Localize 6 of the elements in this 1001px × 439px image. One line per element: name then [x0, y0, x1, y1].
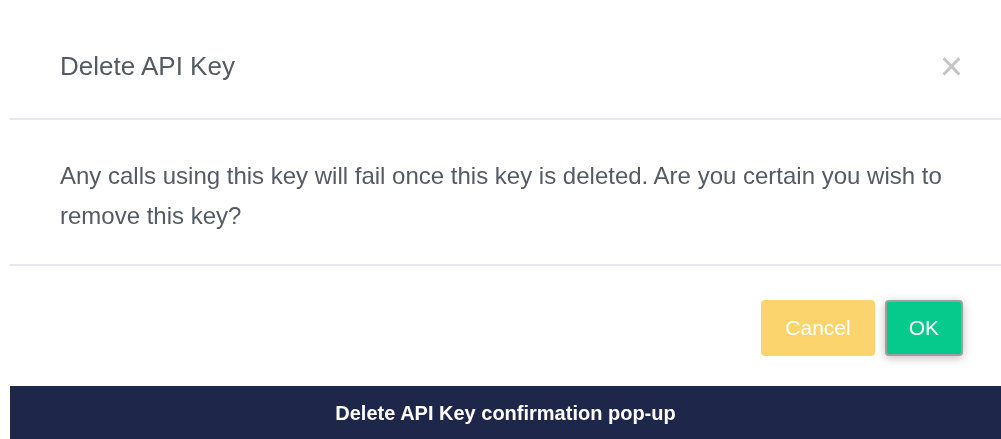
close-button[interactable]: ×: [939, 46, 963, 86]
ok-button[interactable]: OK: [884, 300, 963, 356]
cancel-button[interactable]: Cancel: [761, 300, 875, 356]
dialog-title: Delete API Key: [60, 49, 235, 83]
dialog-message: Any calls using this key will fail once this key is deleted. Are you certain you wish to remove this key?: [60, 161, 943, 231]
caption-text: Delete API Key confirmation pop-up: [335, 400, 676, 426]
